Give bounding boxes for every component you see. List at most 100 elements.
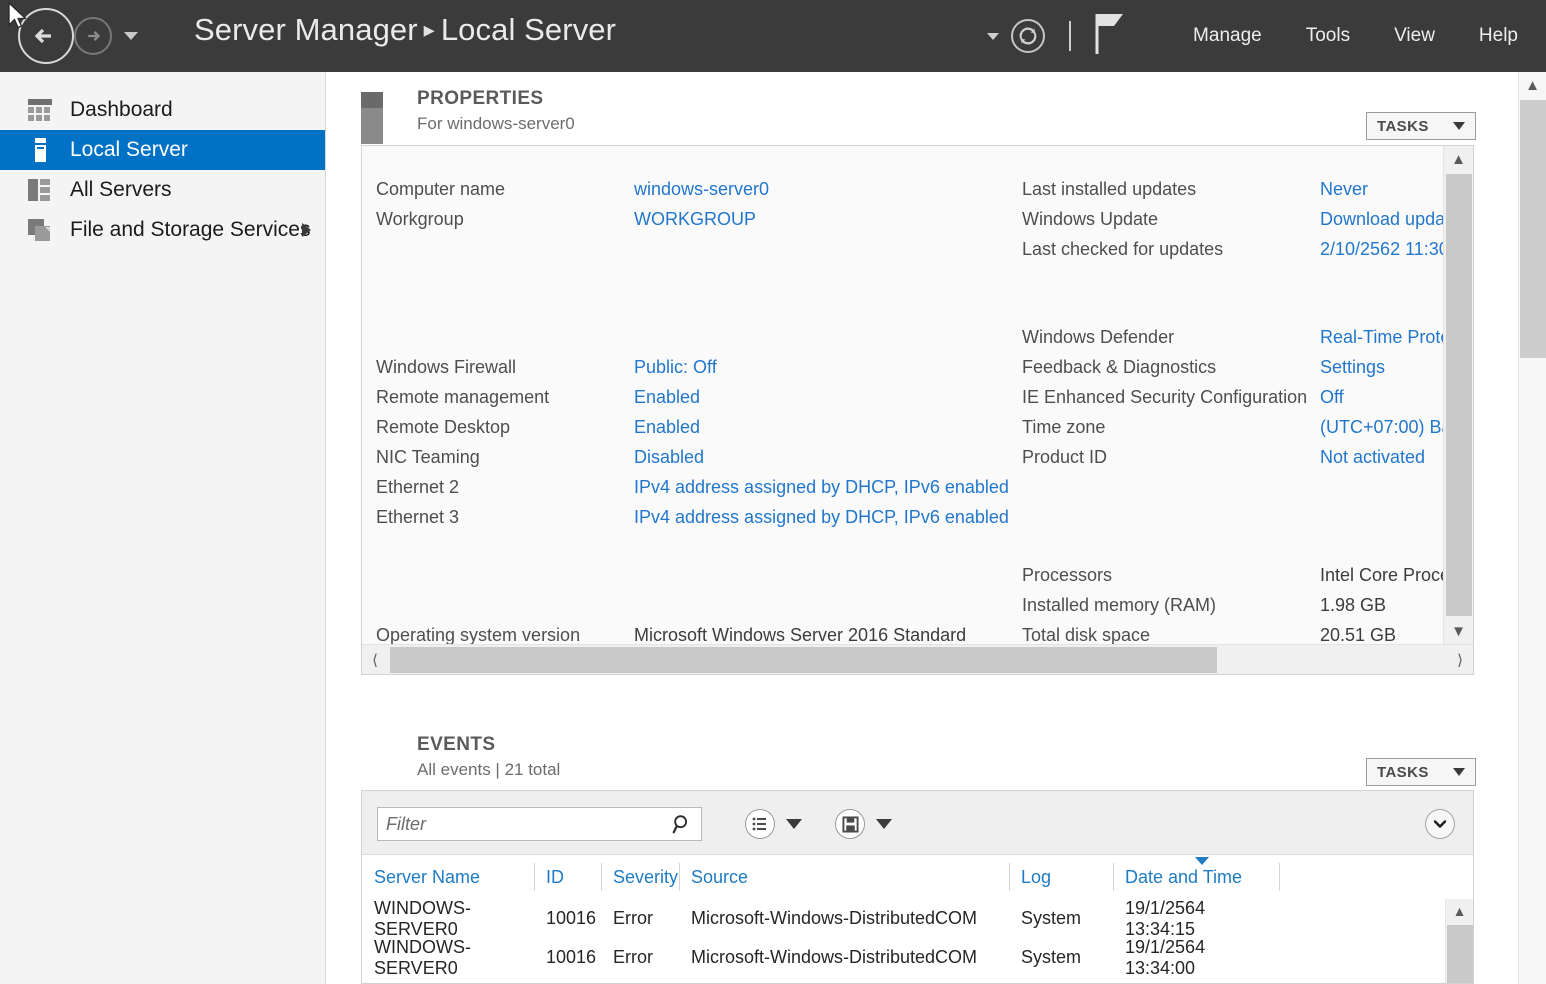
- property-value[interactable]: Never: [1320, 179, 1368, 200]
- properties-group-system: Operating system version Microsoft Windo…: [376, 620, 1036, 645]
- property-row: IE Enhanced Security Configuration Off: [1022, 382, 1443, 412]
- cell-id: 10016: [546, 947, 597, 967]
- save-dropdown-caret[interactable]: [876, 819, 892, 829]
- scroll-up-arrow-icon[interactable]: ▲: [1446, 899, 1473, 923]
- query-dropdown-caret[interactable]: [786, 819, 802, 829]
- properties-vertical-scrollbar[interactable]: ▲ ▼: [1443, 146, 1473, 644]
- property-row: Feedback & Diagnostics Settings: [1022, 352, 1443, 382]
- forward-button[interactable]: [74, 17, 112, 55]
- scroll-left-arrow-icon[interactable]: ⟨: [362, 645, 388, 674]
- menu-view[interactable]: View: [1372, 25, 1457, 47]
- table-row[interactable]: WINDOWS-SERVER0 10016 Error Microsoft-Wi…: [362, 898, 1473, 939]
- refresh-dropdown-caret[interactable]: [987, 32, 1000, 40]
- properties-tasks-button[interactable]: TASKS: [1366, 112, 1476, 140]
- property-label: NIC Teaming: [376, 446, 480, 467]
- scrollbar-thumb[interactable]: [1520, 100, 1546, 358]
- save-disk-icon: [841, 815, 859, 833]
- property-row: Computer name windows-server0: [376, 174, 1036, 204]
- sidebar-item-label: Dashboard: [70, 98, 173, 121]
- properties-left-column: Computer name windows-server0 Workgroup …: [376, 146, 1036, 645]
- sidebar-item-all-servers[interactable]: All Servers: [0, 170, 325, 210]
- property-value[interactable]: WORKGROUP: [634, 209, 756, 230]
- menu-tools[interactable]: Tools: [1284, 25, 1372, 47]
- sidebar-item-dashboard[interactable]: Dashboard: [0, 90, 325, 130]
- properties-title: PROPERTIES: [417, 88, 544, 109]
- column-header-id[interactable]: ID: [534, 855, 601, 899]
- scrollbar-thumb[interactable]: [1446, 174, 1472, 616]
- properties-section-bar-icon: [361, 92, 383, 144]
- property-label: Product ID: [1022, 446, 1108, 467]
- chevron-down-icon: [1453, 122, 1465, 130]
- property-value[interactable]: Off: [1320, 387, 1344, 408]
- menu-manage[interactable]: Manage: [1171, 25, 1284, 47]
- properties-group-network-security: Windows Firewall Public: Off Remote mana…: [376, 352, 1036, 532]
- titlebar-right-group: Manage Tools View Help: [987, 0, 1546, 72]
- column-header-server-name[interactable]: Server Name: [362, 855, 534, 899]
- sidebar-navigation: Dashboard Local Server All Servers File …: [0, 72, 326, 984]
- search-icon[interactable]: [671, 813, 693, 835]
- save-query-button[interactable]: [835, 809, 865, 839]
- properties-tasks-label: TASKS: [1377, 117, 1429, 135]
- breadcrumb-root[interactable]: Server Manager: [194, 12, 418, 47]
- scroll-down-arrow-icon[interactable]: ▼: [1444, 618, 1473, 644]
- property-value[interactable]: Enabled: [634, 417, 700, 438]
- column-header-severity[interactable]: Severity: [601, 855, 679, 899]
- property-value[interactable]: Real-Time Protection: On: [1320, 327, 1443, 348]
- events-collapse-button[interactable]: [1425, 809, 1455, 839]
- notifications-flag-button[interactable]: [1093, 12, 1127, 61]
- properties-horizontal-scrollbar[interactable]: ⟨ ⟩: [362, 644, 1473, 674]
- events-table-header: Server Name ID Severity Source Log Date …: [362, 855, 1473, 899]
- column-header-date-and-time[interactable]: Date and Time: [1113, 855, 1279, 899]
- properties-group-updates: Last installed updates Never Windows Upd…: [1022, 174, 1443, 264]
- breadcrumb-separator-icon: ▸: [423, 17, 435, 42]
- sidebar-item-local-server[interactable]: Local Server: [0, 130, 325, 170]
- property-value[interactable]: Public: Off: [634, 357, 717, 378]
- cell-spacer: [1279, 899, 1459, 938]
- property-value[interactable]: Enabled: [634, 387, 700, 408]
- events-table: Server Name ID Severity Source Log Date …: [362, 855, 1473, 978]
- property-value[interactable]: IPv4 address assigned by DHCP, IPv6 enab…: [634, 507, 1009, 528]
- property-row: Installed memory (RAM) 1.98 GB: [1022, 590, 1443, 620]
- all-servers-icon: [28, 178, 54, 202]
- query-list-button[interactable]: [745, 809, 775, 839]
- scrollbar-thumb[interactable]: [1447, 925, 1473, 983]
- page-vertical-scrollbar[interactable]: ▲: [1518, 72, 1546, 984]
- menu-help[interactable]: Help: [1457, 25, 1546, 47]
- refresh-button[interactable]: [1011, 19, 1046, 53]
- history-dropdown-caret[interactable]: [124, 32, 138, 40]
- table-row[interactable]: WINDOWS-SERVER0 10016 Error Microsoft-Wi…: [362, 937, 1473, 978]
- scroll-up-arrow-icon[interactable]: ▲: [1519, 72, 1546, 98]
- property-value[interactable]: Download updates only, using Windows Upd…: [1320, 209, 1443, 230]
- scroll-up-arrow-icon[interactable]: ▲: [1444, 146, 1473, 172]
- filter-input[interactable]: Filter: [377, 807, 702, 841]
- property-row: Remote Desktop Enabled: [376, 412, 1036, 442]
- property-value[interactable]: Settings: [1320, 357, 1385, 378]
- sidebar-item-file-and-storage-services[interactable]: File and Storage Services: [0, 210, 325, 250]
- scroll-right-arrow-icon[interactable]: ⟩: [1447, 645, 1473, 674]
- chevron-right-icon[interactable]: [302, 223, 311, 237]
- mouse-cursor: [8, 2, 30, 39]
- properties-panel: Computer name windows-server0 Workgroup …: [361, 145, 1474, 675]
- refresh-icon: [1019, 27, 1037, 45]
- property-value[interactable]: 2/10/2562 11:30: [1320, 239, 1443, 260]
- properties-subtitle: For windows-server0: [417, 114, 575, 133]
- property-value[interactable]: (UTC+07:00) Bangkok, Hanoi, Jakarta: [1320, 417, 1443, 438]
- property-value[interactable]: windows-server0: [634, 179, 769, 200]
- property-value[interactable]: Disabled: [634, 447, 704, 468]
- property-row: Total disk space 20.51 GB: [1022, 620, 1443, 645]
- property-label: Windows Update: [1022, 208, 1159, 229]
- property-value[interactable]: IPv4 address assigned by DHCP, IPv6 enab…: [634, 477, 1009, 498]
- chevron-down-icon: [1433, 820, 1447, 828]
- column-header-log[interactable]: Log: [1009, 855, 1113, 899]
- property-row: Ethernet 2 IPv4 address assigned by DHCP…: [376, 472, 1036, 502]
- file-storage-icon: [28, 218, 54, 242]
- property-value[interactable]: Not activated: [1320, 447, 1425, 468]
- property-label: Remote management: [376, 386, 550, 407]
- events-tasks-button[interactable]: TASKS: [1366, 758, 1476, 786]
- column-header-source[interactable]: Source: [679, 855, 1009, 899]
- events-vertical-scrollbar[interactable]: ▲: [1445, 899, 1473, 983]
- scrollbar-thumb[interactable]: [390, 647, 1217, 673]
